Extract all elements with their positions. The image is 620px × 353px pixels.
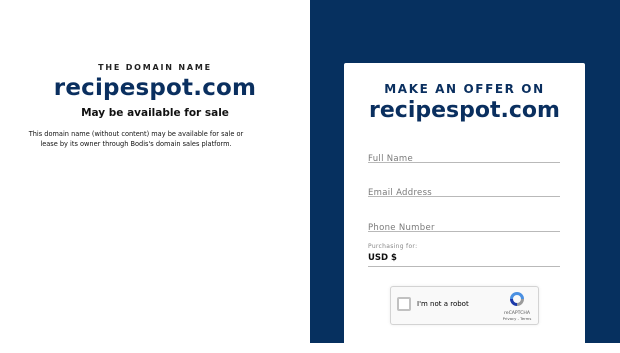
- left-panel: THE DOMAIN NAME recipespot.com May be av…: [0, 0, 310, 343]
- phone-input[interactable]: [368, 221, 560, 235]
- currency-select[interactable]: USD $: [368, 252, 560, 267]
- phone-field: [368, 215, 560, 235]
- recaptcha-checkbox[interactable]: [397, 297, 411, 311]
- offer-card: MAKE AN OFFER ON recipespot.com Purchasi…: [344, 63, 585, 353]
- recaptcha-label: I'm not a robot: [417, 300, 469, 308]
- availability-text: May be available for sale: [81, 107, 229, 119]
- purchasing-group: Purchasing for: USD $: [368, 243, 560, 267]
- purchasing-label: Purchasing for:: [368, 243, 418, 250]
- recaptcha-links[interactable]: Privacy - Terms: [502, 316, 532, 321]
- eyebrow-heading: THE DOMAIN NAME: [98, 63, 212, 72]
- offer-title: MAKE AN OFFER ON: [384, 82, 545, 96]
- recaptcha-widget: I'm not a robot reCAPTCHA Privacy - Term…: [390, 286, 539, 325]
- recaptcha-logo: reCAPTCHA Privacy - Terms: [502, 291, 532, 321]
- description-text: This domain name (without content) may b…: [28, 130, 244, 148]
- email-field: [368, 180, 560, 200]
- full-name-input[interactable]: [368, 152, 560, 166]
- recaptcha-icon: [510, 292, 524, 306]
- full-name-field: [368, 146, 560, 166]
- offer-domain-name: recipespot.com: [369, 98, 560, 123]
- email-input[interactable]: [368, 186, 560, 200]
- domain-name-heading: recipespot.com: [53, 75, 257, 101]
